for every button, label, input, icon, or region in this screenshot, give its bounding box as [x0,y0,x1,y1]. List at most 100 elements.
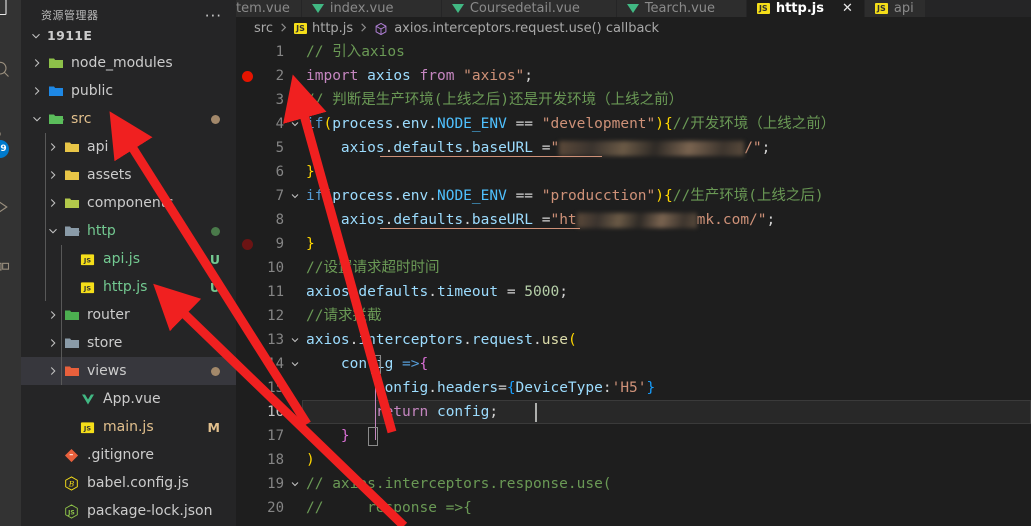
url-link-underline[interactable] [380,156,602,157]
close-icon[interactable]: ✕ [842,2,853,15]
code-line[interactable]: axios.interceptors.request.use( [306,328,577,352]
file-icon-babel-config-js: B [61,475,82,491]
line-number: 1 [275,44,284,60]
code-editor[interactable]: 1 // 引入axios 2 import axios from "axios"; 3 /… [236,40,1031,522]
line-number: 14 [267,356,284,372]
chevron-right-icon[interactable] [45,168,61,182]
tree-item-app-vue[interactable]: App.vue [21,385,236,413]
chevron-right-icon[interactable] [45,364,61,378]
accounts-icon[interactable] [0,285,18,319]
fold-chevron-down-icon[interactable] [288,472,302,496]
tree-item-api-js[interactable]: JS api.js U [21,245,236,273]
file-icon-app-vue [77,391,98,407]
extensions-icon[interactable] [0,253,18,287]
tree-item--gitignore[interactable]: .gitignore [21,441,236,469]
tree-item-label: .gitignore [87,447,154,463]
tree-item-node-modules[interactable]: node_modules [21,49,236,77]
editor-tab-index-vue[interactable]: index.vue [301,0,442,17]
breadcrumb-item[interactable]: http.js [312,21,353,36]
line-number: 9 [275,236,284,252]
editor-tab-label: index.vue [329,1,394,16]
file-icon-main-js: JS [77,420,98,435]
tree-item-src[interactable]: src [21,105,236,133]
code-line[interactable]: //设置请求超时时间 [306,256,439,280]
tree-item-label: views [87,363,127,379]
code-line[interactable]: } [306,424,350,448]
code-line[interactable]: // 引入axios [306,40,405,64]
tree-item-assets[interactable]: assets [21,161,236,189]
line-number: 7 [275,188,284,204]
more-actions-icon[interactable]: ··· [205,9,222,24]
code-line[interactable]: config =>{ [306,352,428,376]
code-line[interactable]: ) [306,448,315,472]
breadcrumb-item[interactable]: axios.interceptors.request.use() callbac… [394,21,659,36]
chevron-right-icon[interactable] [29,56,45,70]
editor-group: tem.vue index.vue Coursedetail.vue Tearch.v… [236,0,1031,526]
breadcrumb-item[interactable]: src [254,21,273,36]
explorer-sidebar: 资源管理器 ··· 1911E node_modules public src api… [21,0,236,526]
code-line[interactable]: if(process.env.NODE_ENV == "development"… [306,112,835,136]
chevron-right-icon[interactable] [45,140,61,154]
editor-tab-label: http.js [775,1,824,16]
code-line[interactable]: //请求拦截 [306,304,381,328]
tree-item-api[interactable]: api [21,133,236,161]
code-line[interactable]: } [306,232,315,256]
code-line[interactable]: // axios.interceptors.response.use( [306,472,612,496]
explorer-icon[interactable] [0,0,18,24]
file-icon-package-lock-json: JS [61,503,82,519]
tree-item-main-js[interactable]: JS main.js M [21,413,236,441]
chevron-right-icon[interactable] [45,336,61,350]
vscode-window: 9 资源管理器 ··· 1911E node_modules public sr… [0,0,1031,526]
fold-chevron-down-icon[interactable] [288,328,302,352]
url-link-underline[interactable] [380,228,580,229]
chevron-right-icon[interactable] [45,196,61,210]
fold-chevron-down-icon[interactable] [288,184,302,208]
line-number: 10 [267,260,284,276]
workspace-root-row[interactable]: 1911E [21,21,236,49]
code-line[interactable]: return config; [306,400,498,424]
file-icon-http-js: JS [77,280,98,295]
search-icon[interactable] [0,52,18,86]
tree-item-http[interactable]: http [21,217,236,245]
code-line[interactable]: import axios from "axios"; [306,64,533,88]
editor-tab-api[interactable]: JS api [864,0,926,17]
symbol-object-icon [374,22,388,36]
run-debug-icon[interactable] [0,190,18,224]
editor-tab-label: tem.vue [236,1,290,16]
editor-tab-coursedetail-vue[interactable]: Coursedetail.vue [441,0,617,17]
line-number: 4 [275,116,284,132]
chevron-down-icon[interactable] [45,224,61,238]
editor-tab-tearch-vue[interactable]: Tearch.vue [616,0,747,17]
fold-chevron-down-icon[interactable] [288,112,302,136]
chevron-right-icon[interactable] [29,84,45,98]
tree-item-components[interactable]: components [21,189,236,217]
tree-item-router[interactable]: router [21,301,236,329]
tree-item-label: http [87,223,116,239]
breadcrumb-separator-icon [359,22,368,36]
file-icon-api-js: JS [77,252,98,267]
code-line[interactable]: // 判断是生产环境(上线之后)还是开发环境（上线之前） [306,88,683,112]
tree-item-package-lock-json[interactable]: JS package-lock.json [21,497,236,525]
fold-chevron-down-icon[interactable] [288,352,302,376]
editor-tab-tem-vue[interactable]: tem.vue [236,0,302,17]
tree-item-public[interactable]: public [21,77,236,105]
tree-item-store[interactable]: store [21,329,236,357]
chevron-right-icon[interactable] [45,308,61,322]
line-number: 5 [275,140,284,156]
text-cursor [535,403,537,422]
editor-tab-http-js[interactable]: JS http.js ✕ [746,0,865,17]
code-line[interactable]: if(process.env.NODE_ENV == "producction"… [306,184,824,208]
code-line[interactable]: axios.defaults.timeout = 5000; [306,280,568,304]
code-line[interactable]: } [306,160,315,184]
file-tree: node_modules public src api assets components… [21,49,236,525]
tree-item-http-js[interactable]: JS http.js U [21,273,236,301]
code-line[interactable]: // response =>{ [306,496,472,520]
js-icon: JS [756,3,770,14]
svg-text:JS: JS [83,256,91,264]
chevron-down-icon[interactable] [29,29,43,46]
chevron-down-icon[interactable] [29,112,45,126]
code-line[interactable]: config.headers={DeviceType:'H5'} [306,376,655,400]
matching-bracket-highlight [368,427,378,446]
tree-item-views[interactable]: views [21,357,236,385]
tree-item-babel-config-js[interactable]: Bbabel.config.js [21,469,236,497]
